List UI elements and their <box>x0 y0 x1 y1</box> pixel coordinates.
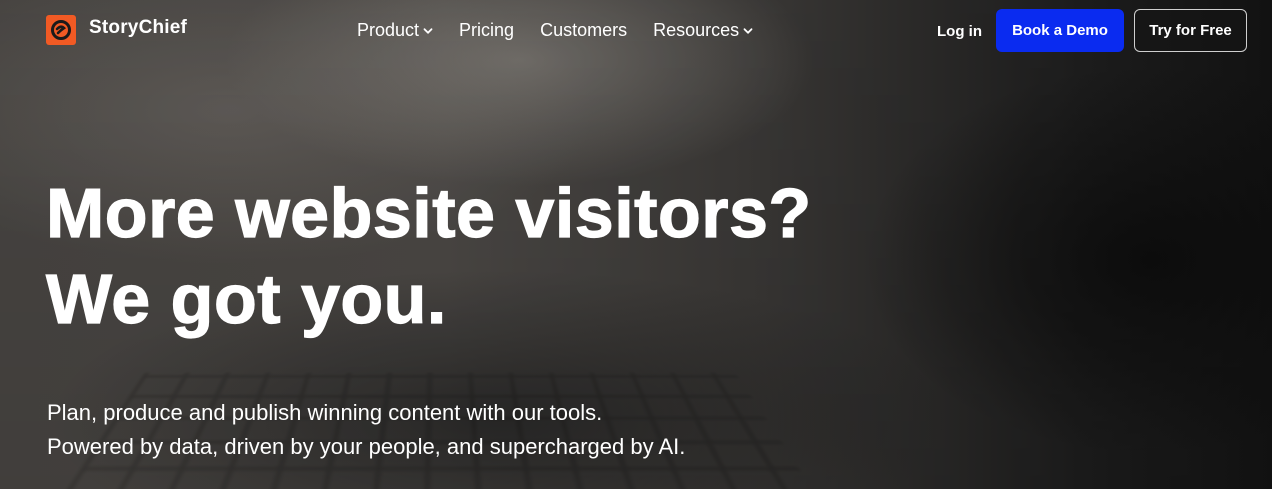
headline-line-1: More website visitors? <box>45 173 812 252</box>
nav-item-label: Product <box>357 20 420 40</box>
brand-name: StoryChief <box>89 17 188 38</box>
hero-headline: More website visitors? We got you. <box>45 170 812 342</box>
hero-subtitle: Plan, produce and publish winning conten… <box>47 396 685 464</box>
storychief-logo-icon <box>46 15 76 45</box>
brand-logo-link[interactable]: StoryChief <box>46 15 187 45</box>
subtitle-line-2: Powered by data, driven by your people, … <box>47 434 686 459</box>
nav-item-label: Resources <box>653 20 740 40</box>
chevron-down-icon <box>743 27 753 34</box>
try-for-free-button[interactable]: Try for Free <box>1134 9 1247 52</box>
nav-item-label: Pricing <box>459 20 515 40</box>
nav-item-resources[interactable]: Resources <box>653 20 753 41</box>
book-demo-button[interactable]: Book a Demo <box>996 9 1124 52</box>
main-menu: Product Pricing Customers Resources <box>357 20 753 41</box>
nav-item-product[interactable]: Product <box>357 20 433 41</box>
nav-item-pricing[interactable]: Pricing <box>459 20 514 41</box>
top-navigation: StoryChief Product Pricing Customers Res… <box>0 0 1272 62</box>
hero-section: StoryChief Product Pricing Customers Res… <box>0 0 1272 489</box>
headline-line-2: We got you. <box>45 259 447 338</box>
nav-item-customers[interactable]: Customers <box>540 20 627 41</box>
chevron-down-icon <box>423 27 433 34</box>
login-link[interactable]: Log in <box>937 23 982 40</box>
subtitle-line-1: Plan, produce and publish winning conten… <box>47 400 603 425</box>
nav-item-label: Customers <box>540 20 628 40</box>
